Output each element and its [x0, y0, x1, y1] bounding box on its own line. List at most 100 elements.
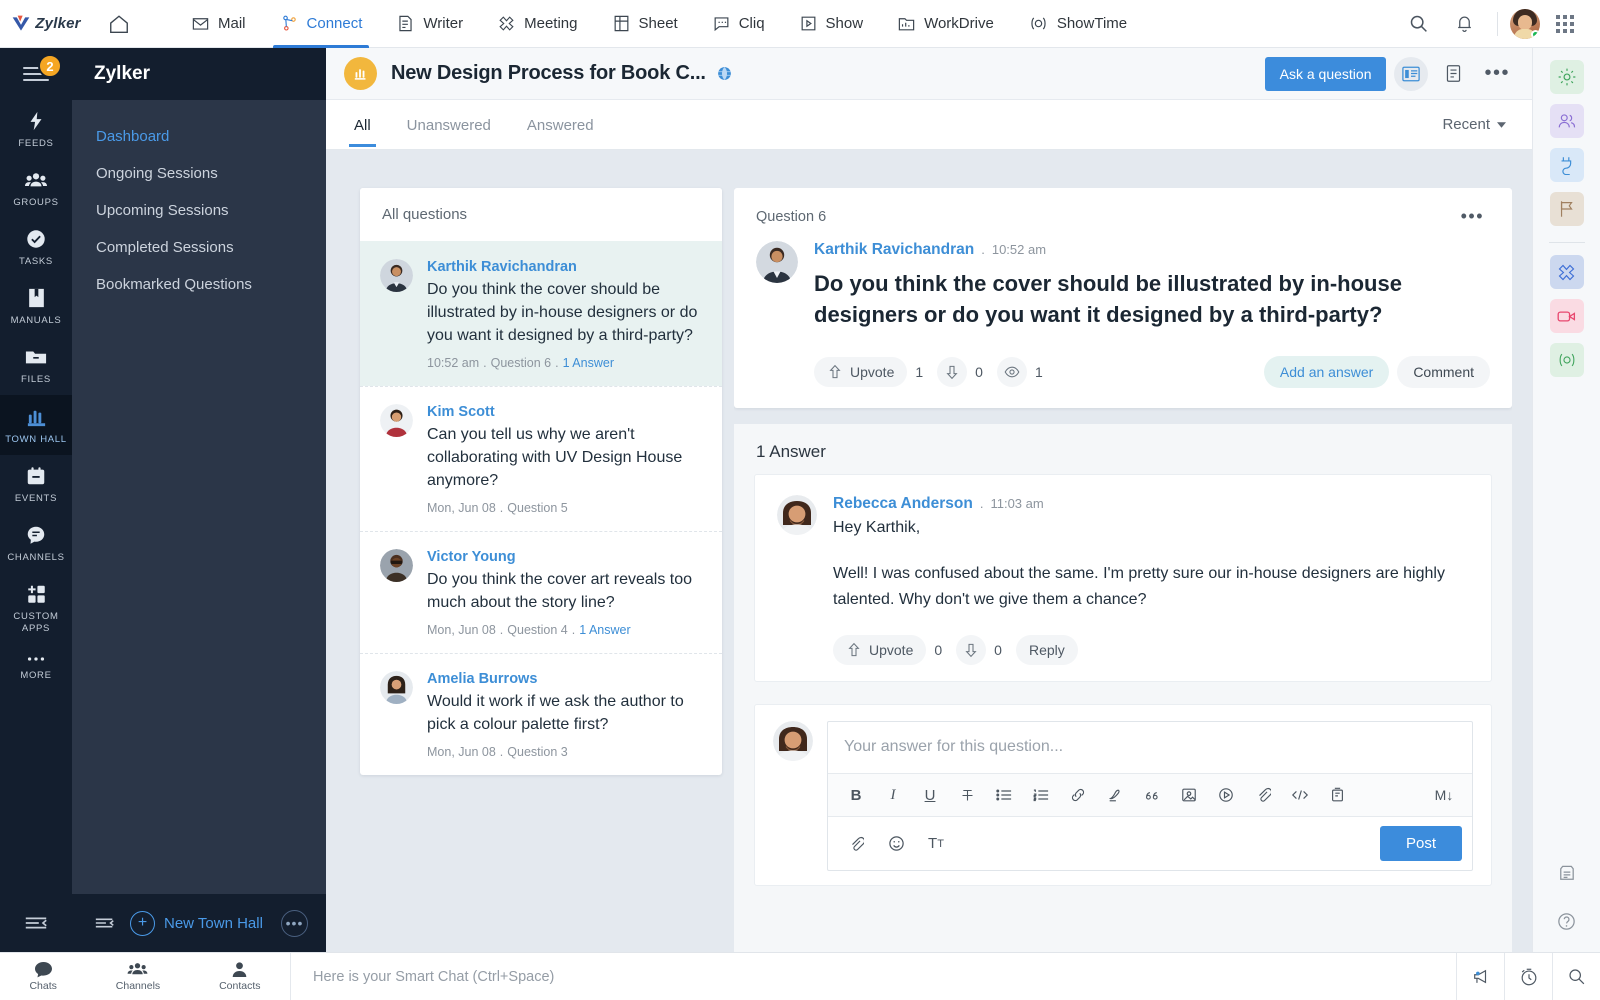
reply-button[interactable]: Reply [1015, 635, 1078, 665]
help-button[interactable] [1550, 904, 1584, 938]
ask-question-button[interactable]: Ask a question [1264, 56, 1387, 91]
rail-item-custom-apps[interactable]: CUSTOM APPS [0, 573, 72, 644]
rail-item-more[interactable]: MORE [0, 644, 72, 691]
menu-toggle-button[interactable]: 2 [0, 48, 72, 100]
card-view-button[interactable] [1394, 56, 1429, 91]
clipboard-button[interactable] [1550, 856, 1584, 890]
settings-button[interactable] [1549, 60, 1584, 94]
answer-author[interactable]: Rebecca Anderson [833, 495, 973, 513]
code-button[interactable] [1282, 780, 1318, 810]
new-town-hall-button[interactable]: + New Town Hall [130, 910, 263, 936]
sort-dropdown[interactable]: Recent [1442, 116, 1506, 133]
underline-button[interactable]: U [912, 780, 948, 810]
answer-downvote-button[interactable] [956, 635, 987, 665]
tab-answered[interactable]: Answered [525, 103, 596, 147]
sidebar-collapse-button[interactable] [90, 916, 120, 930]
post-button[interactable]: Post [1379, 826, 1462, 861]
list-item[interactable]: Victor Young Do you think the cover art … [360, 531, 722, 653]
embed-button[interactable] [1319, 780, 1355, 810]
header-more-button[interactable]: ••• [1478, 62, 1516, 85]
project-more-button[interactable]: ••• [281, 909, 308, 937]
list-item-author[interactable]: Victor Young [427, 549, 702, 565]
reminder-button[interactable] [1504, 952, 1552, 1000]
rail-item-tasks[interactable]: TASKS [0, 218, 72, 277]
app-tab-workdrive[interactable]: WorkDrive [880, 0, 1011, 48]
question-more-button[interactable]: ••• [1455, 206, 1490, 227]
search-button[interactable] [1397, 3, 1439, 45]
rail-item-town-hall[interactable]: TOWN HALL [0, 395, 72, 455]
nav-item-ongoing-sessions[interactable]: Ongoing Sessions [72, 155, 326, 192]
list-view-button[interactable] [1436, 57, 1470, 91]
rail-item-files[interactable]: FILES [0, 336, 72, 395]
list-item[interactable]: Karthik Ravichandran Do you think the co… [360, 241, 722, 386]
highlighter-button[interactable] [1097, 780, 1133, 810]
rail-item-events[interactable]: EVENTS [0, 455, 72, 514]
comment-button[interactable]: Comment [1397, 356, 1490, 388]
question-author[interactable]: Karthik Ravichandran [814, 241, 974, 259]
upvote-button[interactable]: Upvote [814, 357, 908, 387]
app-tab-connect[interactable]: Connect [263, 0, 380, 48]
app-tab-cliq[interactable]: Cliq [695, 0, 782, 48]
apps-grid-button[interactable] [1544, 3, 1586, 45]
add-answer-button[interactable]: Add an answer [1263, 356, 1390, 388]
tab-unanswered[interactable]: Unanswered [405, 103, 493, 147]
list-item-author[interactable]: Amelia Burrows [427, 671, 702, 687]
app-tab-sheet[interactable]: Sheet [595, 0, 695, 48]
list-item-answers[interactable]: 1 Answer [563, 356, 614, 370]
people-button[interactable] [1549, 104, 1584, 138]
nav-item-upcoming-sessions[interactable]: Upcoming Sessions [72, 192, 326, 229]
list-item-author[interactable]: Kim Scott [427, 404, 702, 420]
rail-item-manuals[interactable]: MANUALS [0, 277, 72, 336]
tab-all[interactable]: All [349, 103, 376, 147]
video-button[interactable] [1208, 780, 1244, 810]
strikethrough-button[interactable] [949, 780, 985, 810]
smart-chat-input[interactable]: Here is your Smart Chat (Ctrl+Space) [291, 969, 1456, 985]
video-call-button[interactable] [1549, 299, 1584, 333]
numbered-list-button[interactable] [1023, 780, 1059, 810]
list-item[interactable]: Amelia Burrows Would it work if we ask t… [360, 653, 722, 775]
emoji-button[interactable] [878, 829, 914, 859]
attach-file-button[interactable] [838, 829, 874, 859]
flag-button[interactable] [1549, 192, 1584, 226]
image-button[interactable] [1171, 780, 1207, 810]
list-item[interactable]: Kim Scott Can you tell us why we aren't … [360, 386, 722, 531]
rail-item-groups[interactable]: GROUPS [0, 159, 72, 218]
answer-input[interactable]: Your answer for this question... [828, 722, 1472, 773]
link-button[interactable] [1060, 780, 1096, 810]
list-item-answers[interactable]: 1 Answer [579, 623, 630, 637]
app-tab-writer[interactable]: Writer [379, 0, 480, 48]
views-button[interactable] [996, 357, 1027, 387]
search-button[interactable] [1552, 952, 1600, 1000]
rail-item-feeds[interactable]: FEEDS [0, 100, 72, 159]
attachment-button[interactable] [1245, 780, 1281, 810]
app-tab-show[interactable]: Show [782, 0, 881, 48]
connector-button[interactable] [1549, 148, 1584, 182]
rail-item-channels[interactable]: CHANNELS [0, 514, 72, 573]
answer-upvote-button[interactable]: Upvote [833, 635, 927, 665]
list-item-author[interactable]: Karthik Ravichandran [427, 259, 702, 275]
text-format-button[interactable]: TT [918, 829, 954, 859]
bottom-item-channels[interactable]: Channels [116, 961, 160, 992]
markdown-button[interactable]: M↓ [1426, 780, 1462, 810]
notifications-button[interactable] [1443, 3, 1485, 45]
quote-button[interactable] [1134, 780, 1170, 810]
app-tab-showtime[interactable]: ShowTime [1011, 0, 1144, 48]
announcement-button[interactable] [1456, 952, 1504, 1000]
bullet-list-button[interactable] [986, 780, 1022, 810]
nav-item-dashboard[interactable]: Dashboard [72, 118, 326, 155]
avatar[interactable] [1510, 8, 1540, 39]
bottom-item-chats[interactable]: Chats [29, 961, 57, 992]
showtime-button[interactable] [1549, 343, 1584, 377]
meeting-button[interactable] [1549, 255, 1584, 289]
downvote-button[interactable] [937, 357, 968, 387]
nav-item-completed-sessions[interactable]: Completed Sessions [72, 229, 326, 266]
app-tab-mail[interactable]: Mail [174, 0, 263, 48]
italic-button[interactable]: I [875, 780, 911, 810]
brand-logo-area[interactable]: Zylker [0, 14, 92, 34]
bold-button[interactable]: B [838, 780, 874, 810]
rail-collapse-button[interactable] [0, 894, 72, 952]
bottom-item-contacts[interactable]: Contacts [219, 961, 261, 992]
home-button[interactable] [92, 13, 146, 35]
app-tab-meeting[interactable]: Meeting [480, 0, 594, 48]
nav-item-bookmarked-questions[interactable]: Bookmarked Questions [72, 266, 326, 303]
